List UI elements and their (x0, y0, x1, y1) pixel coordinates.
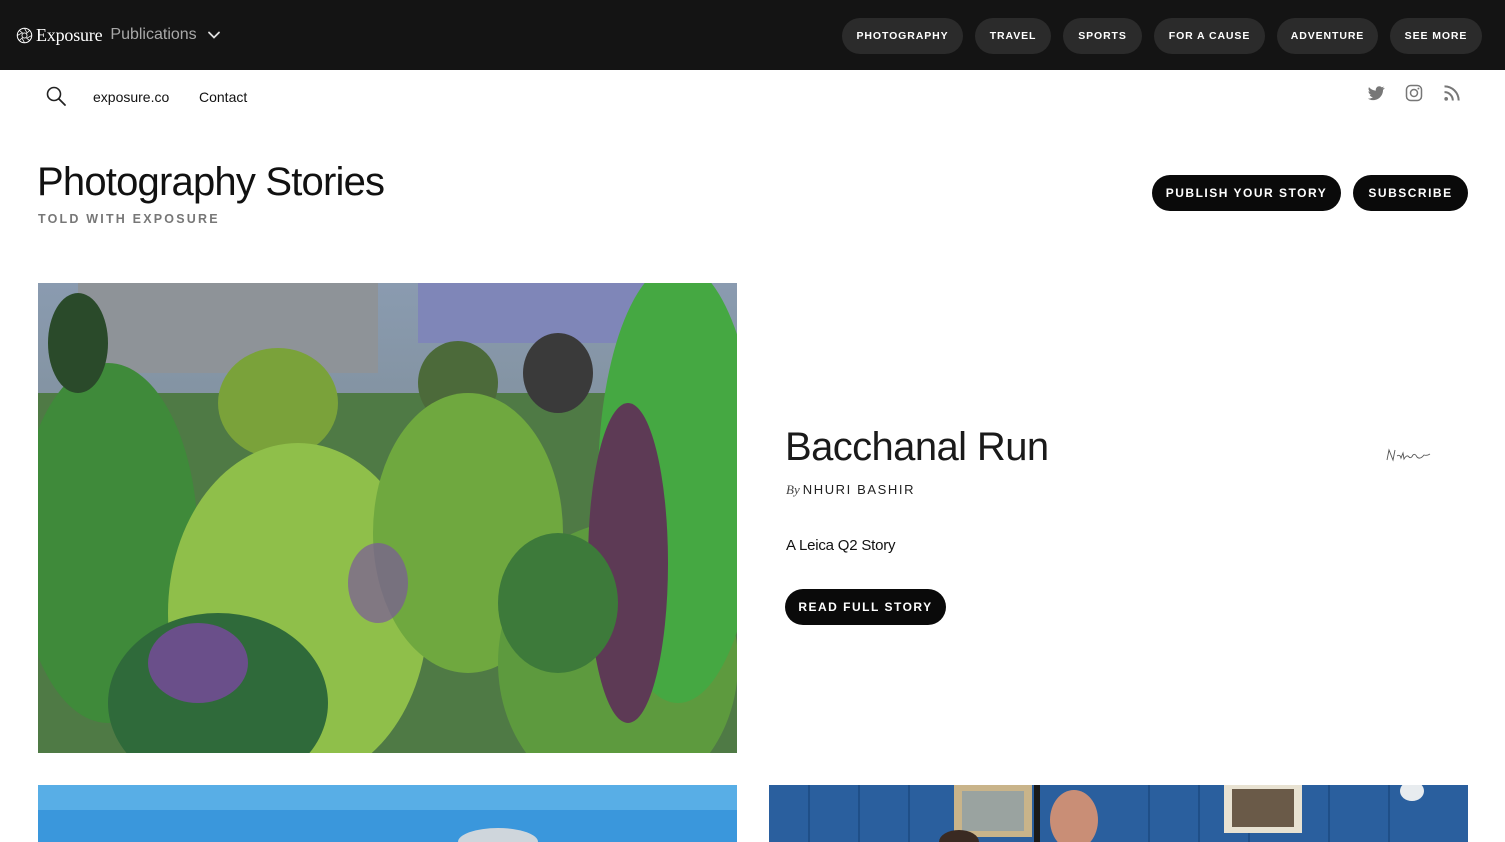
story-byline: By NHURI BASHIR (786, 482, 915, 498)
nav-tab-travel[interactable]: TRAVEL (975, 18, 1051, 54)
page-subtitle: TOLD WITH EXPOSURE (38, 212, 220, 226)
story-photo (769, 785, 1468, 842)
featured-story-image[interactable] (38, 283, 737, 753)
brand-switcher[interactable]: Exposure Publications (16, 24, 221, 46)
nav-tab-see-more[interactable]: SEE MORE (1390, 18, 1482, 54)
author-name[interactable]: NHURI BASHIR (803, 482, 915, 497)
featured-photo (38, 283, 737, 753)
exposure-site-link[interactable]: exposure.co (93, 89, 169, 105)
chevron-down-icon[interactable] (207, 28, 221, 42)
featured-story-description: A Leica Q2 Story (786, 537, 896, 554)
twitter-icon[interactable] (1366, 83, 1386, 103)
brand-section: Publications (110, 26, 197, 43)
brand-name: Exposure (36, 24, 103, 45)
featured-story-title[interactable]: Bacchanal Run (785, 425, 1049, 470)
author-signature-icon (1386, 448, 1431, 462)
nav-tab-adventure[interactable]: ADVENTURE (1277, 18, 1378, 54)
exposure-logo-icon (16, 27, 33, 43)
story-photo (38, 785, 737, 842)
publish-story-button[interactable]: PUBLISH YOUR STORY (1152, 175, 1341, 211)
page-title: Photography Stories (37, 160, 385, 204)
search-icon[interactable] (45, 85, 67, 107)
nav-tab-for-a-cause[interactable]: FOR A CAUSE (1154, 18, 1265, 54)
contact-link[interactable]: Contact (199, 89, 247, 105)
nav-tab-sports[interactable]: SPORTS (1063, 18, 1142, 54)
instagram-icon[interactable] (1404, 83, 1424, 103)
byline-prefix: By (786, 482, 800, 497)
subscribe-button[interactable]: SUBSCRIBE (1353, 175, 1468, 211)
rss-icon[interactable] (1442, 83, 1462, 103)
read-full-story-button[interactable]: READ FULL STORY (785, 589, 946, 625)
story-thumbnail[interactable] (769, 785, 1468, 842)
top-nav-bar: Exposure Publications PHOTOGRAPHY TRAVEL… (0, 0, 1505, 70)
story-thumbnail[interactable] (38, 785, 737, 842)
nav-tab-photography[interactable]: PHOTOGRAPHY (842, 18, 963, 54)
